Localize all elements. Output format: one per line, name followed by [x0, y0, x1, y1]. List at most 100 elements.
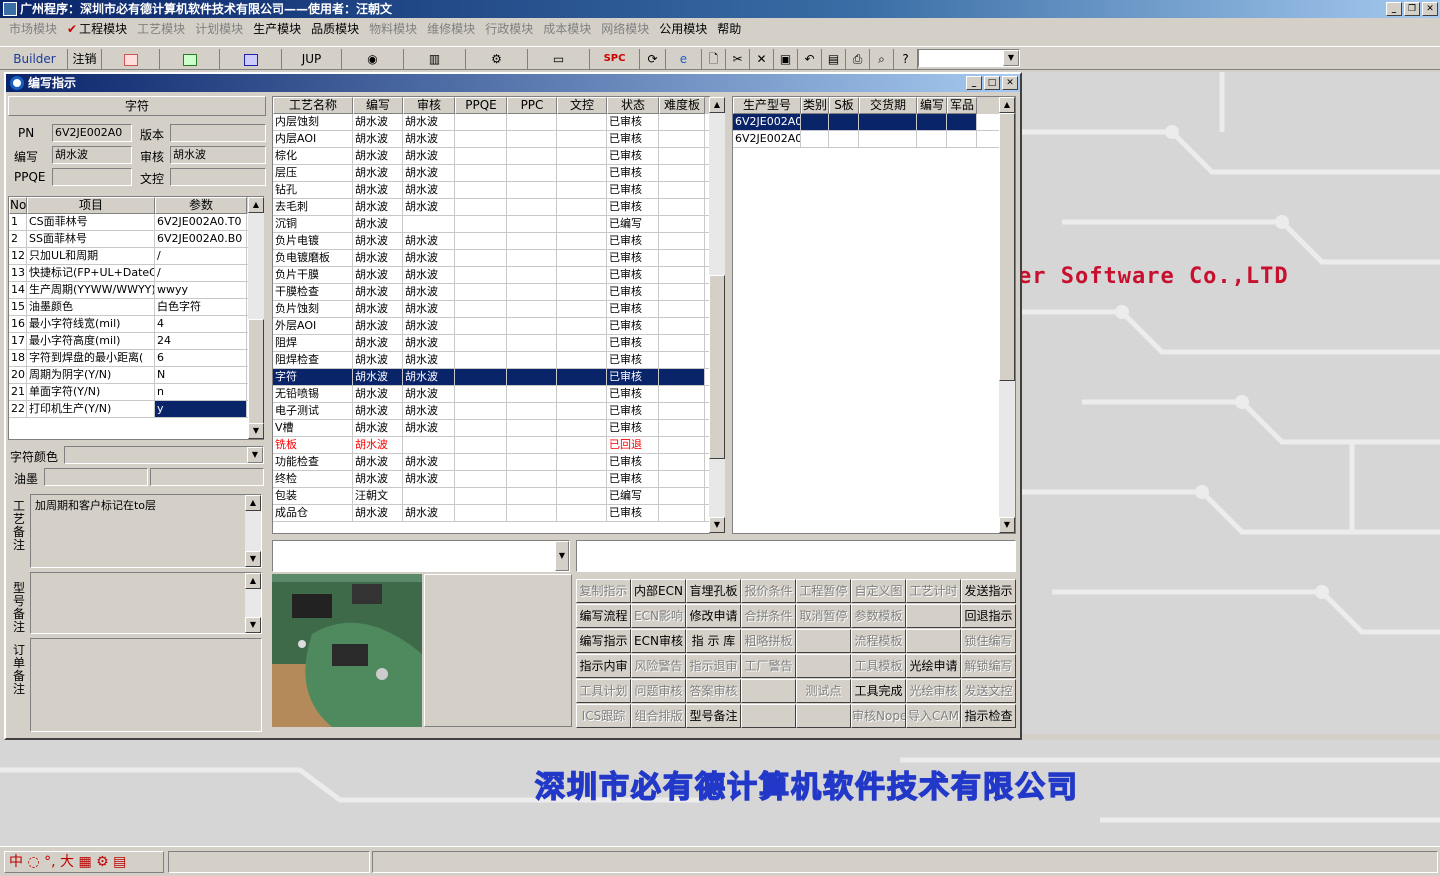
param-cell[interactable]: 打印机生产(Y/N) — [27, 401, 155, 417]
process-cell[interactable] — [507, 284, 557, 300]
process-cell[interactable] — [455, 505, 507, 521]
close-button[interactable]: ✕ — [1422, 2, 1438, 16]
refresh-icon[interactable]: ⟳ — [640, 49, 666, 69]
process-row[interactable]: 字符 胡水波 胡水波 已审核 — [273, 369, 709, 386]
param-cell[interactable]: 生产周期(YYWW/WWYY) — [27, 282, 155, 298]
model-cell[interactable] — [859, 114, 917, 130]
action-button[interactable]: 型号备注 — [686, 704, 741, 728]
model-cell[interactable] — [829, 131, 859, 147]
scroll-down-icon[interactable]: ▼ — [709, 517, 725, 533]
process-cell[interactable] — [455, 165, 507, 181]
network-icon[interactable]: ⚙ — [466, 49, 528, 69]
save-icon[interactable]: ▣ — [774, 49, 798, 69]
process-cell[interactable]: 胡水波 — [353, 386, 403, 402]
chevron-down-icon[interactable]: ▼ — [1003, 50, 1019, 66]
process-cell[interactable] — [507, 199, 557, 215]
process-cell[interactable]: 胡水波 — [403, 267, 455, 283]
process-col-header[interactable]: 难度板 — [659, 97, 705, 114]
process-cell[interactable] — [659, 148, 705, 164]
process-cell[interactable] — [659, 454, 705, 470]
process-cell[interactable]: 胡水波 — [403, 420, 455, 436]
process-cell[interactable]: 胡水波 — [403, 182, 455, 198]
process-cell[interactable]: 内层AOI — [273, 131, 353, 147]
process-cell[interactable] — [659, 471, 705, 487]
param-row[interactable]: 17 最小字符高度(mil) 24 — [9, 333, 263, 350]
new-file-icon[interactable]: 🗋 — [702, 49, 726, 69]
process-cell[interactable] — [507, 505, 557, 521]
menu-item-1[interactable]: ✔ 工程模块 — [62, 20, 132, 37]
process-row[interactable]: 包装 汪朝文 已编写 — [273, 488, 709, 505]
process-cell[interactable] — [455, 148, 507, 164]
process-cell[interactable] — [507, 403, 557, 419]
process-cell[interactable]: 已审核 — [607, 335, 659, 351]
model-cell[interactable] — [917, 131, 947, 147]
process-cell[interactable] — [557, 437, 607, 453]
process-cell[interactable] — [557, 148, 607, 164]
process-cell[interactable] — [659, 182, 705, 198]
action-button[interactable]: 编写指示 — [576, 629, 631, 653]
param-cell[interactable]: N — [155, 367, 247, 383]
process-cell[interactable]: 胡水波 — [353, 403, 403, 419]
delete-icon[interactable]: ✕ — [750, 49, 774, 69]
menu-item-9[interactable]: 成本模块 — [538, 20, 596, 37]
process-cell[interactable]: 已编写 — [607, 216, 659, 232]
process-cell[interactable] — [557, 267, 607, 283]
param-col-value[interactable]: 参数 — [155, 197, 247, 214]
action-button[interactable] — [741, 679, 796, 703]
process-cell[interactable] — [557, 284, 607, 300]
model-cell[interactable] — [859, 131, 917, 147]
param-col-item[interactable]: 项目 — [27, 197, 155, 214]
process-cell[interactable]: 胡水波 — [403, 403, 455, 419]
action-button[interactable]: 粗略拼板 — [741, 629, 796, 653]
process-cell[interactable] — [455, 488, 507, 504]
process-cell[interactable]: 已审核 — [607, 199, 659, 215]
process-cell[interactable]: 去毛刺 — [273, 199, 353, 215]
param-cell[interactable]: 20 — [9, 367, 27, 383]
process-cell[interactable]: 胡水波 — [403, 165, 455, 181]
process-row[interactable]: 终检 胡水波 胡水波 已审核 — [273, 471, 709, 488]
menu-item-2[interactable]: 工艺模块 — [132, 20, 190, 37]
char-color-dropdown[interactable]: ▼ — [64, 446, 264, 464]
process-cell[interactable] — [507, 233, 557, 249]
process-cell[interactable]: 已审核 — [607, 284, 659, 300]
process-cell[interactable]: 胡水波 — [403, 284, 455, 300]
param-cell[interactable]: 快捷标记(FP+UL+DateCo — [27, 265, 155, 281]
action-button[interactable]: ECN审核 — [631, 629, 686, 653]
action-button[interactable]: 流程模板 — [851, 629, 906, 653]
process-cell[interactable]: 层压 — [273, 165, 353, 181]
process-cell[interactable]: 干膜检查 — [273, 284, 353, 300]
param-row[interactable]: 22 打印机生产(Y/N) y — [9, 401, 263, 418]
process-row[interactable]: 负片电镀 胡水波 胡水波 已审核 — [273, 233, 709, 250]
scroll-down-icon[interactable]: ▼ — [245, 551, 261, 567]
process-cell[interactable]: 已审核 — [607, 454, 659, 470]
process-cell[interactable] — [455, 335, 507, 351]
ime-indicator[interactable]: 中 ◌ °, 大 ▦ ⚙ ▤ — [4, 851, 164, 873]
param-row[interactable]: 21 单面字符(Y/N) n — [9, 384, 263, 401]
action-button[interactable]: 指示内审 — [576, 654, 631, 678]
scroll-down-icon[interactable]: ▼ — [245, 617, 261, 633]
action-button[interactable]: 报价条件 — [741, 579, 796, 603]
process-row[interactable]: 内层AOI 胡水波 胡水波 已审核 — [273, 131, 709, 148]
process-note-field[interactable]: 加周期和客户标记在to层 — [30, 494, 262, 568]
process-col-header[interactable]: PPC — [507, 97, 557, 114]
minimize-button[interactable]: _ — [1386, 2, 1402, 16]
process-cell[interactable]: 已审核 — [607, 301, 659, 317]
process-cell[interactable]: 电子测试 — [273, 403, 353, 419]
param-cell[interactable]: CS面菲林号 — [27, 214, 155, 230]
param-cell[interactable]: 周期为阴字(Y/N) — [27, 367, 155, 383]
model-cell[interactable] — [947, 131, 977, 147]
process-cell[interactable] — [659, 114, 705, 130]
powerpoint-icon[interactable] — [102, 49, 160, 69]
window-maximize-button[interactable]: □ — [984, 76, 1000, 90]
process-cell[interactable] — [659, 386, 705, 402]
process-row[interactable]: 层压 胡水波 胡水波 已审核 — [273, 165, 709, 182]
process-cell[interactable] — [659, 505, 705, 521]
process-row[interactable]: 沉铜 胡水波 已编写 — [273, 216, 709, 233]
process-cell[interactable]: 胡水波 — [353, 165, 403, 181]
param-cell[interactable]: / — [155, 265, 247, 281]
process-cell[interactable] — [455, 420, 507, 436]
process-scrollbar[interactable]: ▲ ▼ — [709, 97, 725, 533]
process-cell[interactable] — [455, 369, 507, 385]
process-row[interactable]: 无铅喷锡 胡水波 胡水波 已审核 — [273, 386, 709, 403]
process-cell[interactable]: 胡水波 — [353, 471, 403, 487]
